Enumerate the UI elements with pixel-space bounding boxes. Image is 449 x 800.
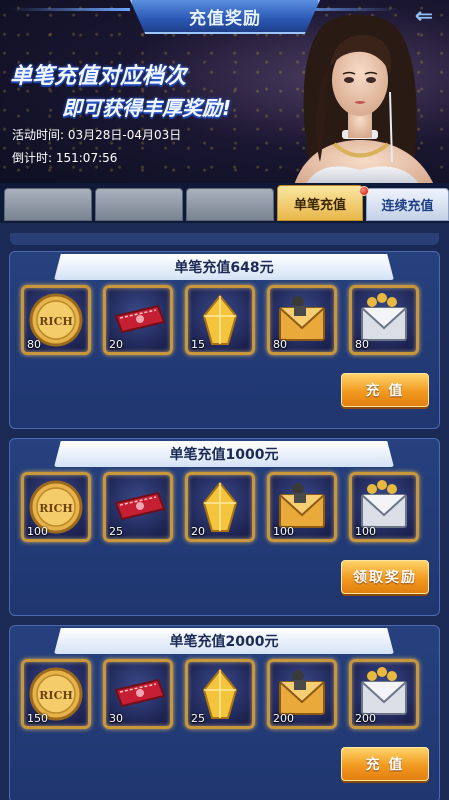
rich-coin-item[interactable]: RICH 150 [21,659,91,729]
character-portrait [292,14,437,192]
tier-title: 单笔充值2000元 [54,628,394,654]
item-quantity: 20 [191,525,205,538]
reward-tier-panel: 单笔充值1000元 RICH 100 25 20 100 100 领取奖励 [9,438,440,616]
recharge-button[interactable]: 充 值 [341,747,429,781]
tab-bar: 单笔充值 连续充值 [0,183,449,223]
item-quantity: 200 [355,712,376,725]
rich-coin-item[interactable]: RICH 80 [21,285,91,355]
red-ticket-item[interactable]: 30 [103,659,173,729]
notification-dot [359,186,369,196]
claim-reward-button[interactable]: 领取奖励 [341,560,429,594]
gold-envelope-item[interactable]: 100 [267,472,337,542]
item-quantity: 100 [355,525,376,538]
item-quantity: 100 [27,525,48,538]
item-quantity: 80 [273,338,287,351]
item-quantity: 200 [273,712,294,725]
gold-envelope-item[interactable]: 200 [267,659,337,729]
rich-coin-item[interactable]: RICH 100 [21,472,91,542]
banner-slogan-line2: 即可获得丰厚奖励! [62,96,232,120]
item-quantity: 25 [109,525,123,538]
gold-crystal-item[interactable]: 25 [185,659,255,729]
tab-consecutive-recharge[interactable]: 连续充值 [366,188,449,221]
item-quantity: 30 [109,712,123,725]
item-quantity: 25 [191,712,205,725]
event-banner: 充值奖励 ⇐ 单笔充值对应档次 即可获得丰厚奖励! 活动时间: 03月28日-0… [0,0,449,192]
recharge-button[interactable]: 充 值 [341,373,429,407]
silver-envelope-item[interactable]: 100 [349,472,419,542]
svg-text:RICH: RICH [39,689,72,702]
item-quantity: 15 [191,338,205,351]
item-quantity: 150 [27,712,48,725]
reward-list[interactable]: 单笔充值648元 RICH 80 20 15 80 80 充 值 单笔充值1000… [0,223,449,800]
tab-3[interactable] [186,188,274,221]
title-ornament-left [10,8,130,11]
reward-items: RICH 80 20 15 80 80 [21,285,441,361]
reward-tier-panel: 单笔充值648元 RICH 80 20 15 80 80 充 值 [9,251,440,429]
countdown-timer: 倒计时: 151:07:56 [12,151,118,165]
gold-envelope-item[interactable]: 80 [267,285,337,355]
red-ticket-item[interactable]: 20 [103,285,173,355]
reward-items: RICH 100 25 20 100 100 [21,472,441,548]
tab-1[interactable] [4,188,92,221]
tab-single-recharge[interactable]: 单笔充值 [277,185,363,221]
svg-text:RICH: RICH [39,315,72,328]
scroll-top-edge [10,233,439,245]
silver-envelope-item[interactable]: 80 [349,285,419,355]
svg-text:RICH: RICH [39,502,72,515]
tier-title: 单笔充值1000元 [54,441,394,467]
reward-items: RICH 150 30 25 200 200 [21,659,441,735]
tab-2[interactable] [95,188,183,221]
gold-crystal-item[interactable]: 20 [185,472,255,542]
item-quantity: 80 [27,338,41,351]
activity-time: 活动时间: 03月28日-04月03日 [12,128,182,142]
item-quantity: 80 [355,338,369,351]
red-ticket-item[interactable]: 25 [103,472,173,542]
banner-slogan-line1: 单笔充值对应档次 [10,64,187,89]
item-quantity: 100 [273,525,294,538]
silver-envelope-item[interactable]: 200 [349,659,419,729]
gold-crystal-item[interactable]: 15 [185,285,255,355]
item-quantity: 20 [109,338,123,351]
reward-tier-panel: 单笔充值2000元 RICH 150 30 25 200 200 充 值 [9,625,440,800]
tier-title: 单笔充值648元 [54,254,394,280]
